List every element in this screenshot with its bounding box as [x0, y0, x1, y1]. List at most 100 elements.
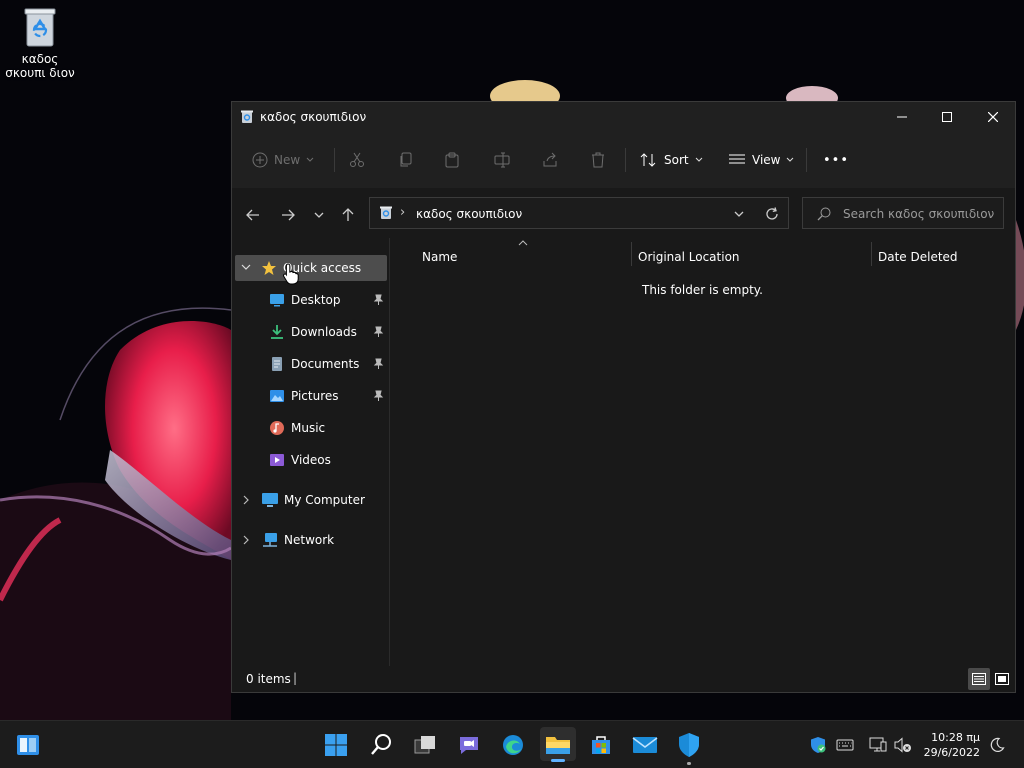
nav-quick-access[interactable]: Quick access — [235, 255, 387, 281]
chevron-right-icon[interactable] — [243, 495, 249, 505]
pin-icon[interactable] — [372, 390, 384, 402]
tiles-view-button[interactable] — [991, 668, 1013, 690]
mail-icon — [632, 737, 658, 753]
nav-item-downloads[interactable]: Downloads — [269, 319, 387, 345]
pin-icon[interactable] — [372, 326, 384, 338]
chevron-down-icon — [787, 157, 794, 162]
widgets-button[interactable] — [13, 730, 43, 760]
command-bar: New Sort View ••• — [232, 132, 1015, 189]
maximize-button[interactable] — [924, 102, 970, 132]
recycle-bin-label: καδος σκουπι διον — [5, 52, 75, 80]
breadcrumb-location[interactable]: καδος σκουπιδιον — [416, 207, 522, 221]
scissors-icon — [350, 152, 364, 167]
star-icon — [262, 261, 276, 275]
up-button[interactable] — [337, 204, 359, 226]
close-button[interactable] — [970, 102, 1016, 132]
search-taskbar-button[interactable] — [366, 730, 396, 760]
nav-item-label: Downloads — [291, 325, 357, 339]
title-bar[interactable]: καδος σκουπιδιον — [232, 102, 1015, 132]
system-clock[interactable]: 10:28 πμ 29/6/2022 — [924, 730, 980, 760]
pin-icon[interactable] — [372, 358, 384, 370]
sort-ascending-icon — [518, 240, 528, 246]
status-separator: | — [293, 671, 298, 685]
chevron-down-icon[interactable] — [734, 211, 744, 217]
divider — [334, 148, 335, 172]
column-header-name[interactable]: Name — [422, 250, 457, 264]
mail-button[interactable] — [630, 730, 660, 760]
volume-tray-button[interactable] — [893, 735, 913, 755]
store-icon — [592, 736, 610, 754]
chat-button[interactable] — [454, 730, 484, 760]
details-view-button[interactable] — [968, 668, 990, 690]
nav-item-desktop[interactable]: Desktop — [269, 287, 387, 313]
search-box[interactable]: Search καδος σκουπιδιον — [802, 197, 1004, 229]
file-explorer-window: καδος σκουπιδιον New Sort View ••• › καδ… — [231, 101, 1016, 763]
active-indicator — [551, 759, 565, 762]
rename-button[interactable] — [494, 146, 510, 174]
keyboard-tray-button[interactable] — [835, 735, 855, 755]
nav-item-documents[interactable]: Documents — [269, 351, 387, 377]
desktop-recycle-bin[interactable]: καδος σκουπι διον — [2, 6, 78, 80]
column-header-original-location[interactable]: Original Location — [638, 250, 740, 264]
chevron-down-icon — [695, 157, 702, 162]
search-placeholder: Search καδος σκουπιδιον — [843, 207, 995, 221]
chevron-down-icon[interactable] — [241, 264, 251, 272]
arrow-left-icon — [246, 209, 259, 221]
moon-icon — [990, 737, 1005, 752]
volume-muted-icon — [894, 737, 911, 753]
forward-button[interactable] — [277, 204, 299, 226]
recent-locations-button[interactable] — [308, 204, 330, 226]
chevron-right-icon[interactable] — [243, 535, 249, 545]
column-divider[interactable] — [631, 242, 632, 266]
minimize-button[interactable] — [879, 102, 925, 132]
pin-icon[interactable] — [372, 294, 384, 306]
nav-item-videos[interactable]: Videos — [269, 447, 387, 473]
chevron-down-icon — [306, 157, 314, 162]
task-view-icon — [414, 736, 435, 754]
more-options-button[interactable]: ••• — [823, 146, 849, 174]
shield-icon — [679, 733, 699, 757]
copy-button[interactable] — [398, 146, 414, 174]
edge-browser-button[interactable] — [498, 730, 528, 760]
nav-item-label: Videos — [291, 453, 331, 467]
nav-item-pictures[interactable]: Pictures — [269, 383, 387, 409]
recycle-bin-icon — [380, 206, 392, 219]
breadcrumb-separator: › — [400, 205, 406, 220]
paste-button[interactable] — [444, 146, 460, 174]
refresh-icon[interactable] — [765, 207, 779, 221]
security-button[interactable] — [674, 730, 704, 765]
nav-item-music[interactable]: Music — [269, 415, 387, 441]
display-tray-button[interactable] — [868, 735, 888, 755]
view-button[interactable]: View — [728, 146, 794, 174]
new-button[interactable]: New — [252, 146, 314, 174]
cut-button[interactable] — [349, 146, 365, 174]
monitor-icon — [869, 737, 887, 752]
back-button[interactable] — [242, 204, 264, 226]
view-label: View — [752, 153, 781, 167]
nav-my-computer[interactable]: My Computer — [235, 487, 387, 513]
focus-assist-button[interactable] — [987, 735, 1007, 755]
column-header-date-deleted[interactable]: Date Deleted — [878, 250, 958, 264]
sort-button[interactable]: Sort — [640, 146, 703, 174]
task-view-button[interactable] — [410, 730, 440, 760]
new-label: New — [274, 153, 301, 167]
defender-tray-button[interactable] — [808, 735, 828, 755]
file-list: Name Original Location Date Deleted This… — [390, 238, 1015, 668]
share-button[interactable] — [542, 146, 558, 174]
details-view-icon — [972, 673, 986, 685]
store-button[interactable] — [586, 730, 616, 760]
file-explorer-taskbar-button[interactable] — [540, 727, 576, 762]
address-bar[interactable]: › καδος σκουπιδιον — [369, 197, 789, 229]
start-button[interactable] — [321, 730, 351, 760]
column-divider[interactable] — [871, 242, 872, 266]
delete-button[interactable] — [590, 146, 606, 174]
clipboard-icon — [445, 152, 459, 168]
nav-item-label: Music — [291, 421, 326, 435]
arrow-up-icon — [342, 208, 354, 221]
windows-logo-icon — [325, 734, 347, 756]
edge-icon — [503, 735, 523, 755]
share-icon — [543, 152, 557, 167]
computer-icon — [262, 493, 278, 507]
nav-network[interactable]: Network — [235, 527, 387, 553]
widgets-icon — [17, 735, 39, 755]
